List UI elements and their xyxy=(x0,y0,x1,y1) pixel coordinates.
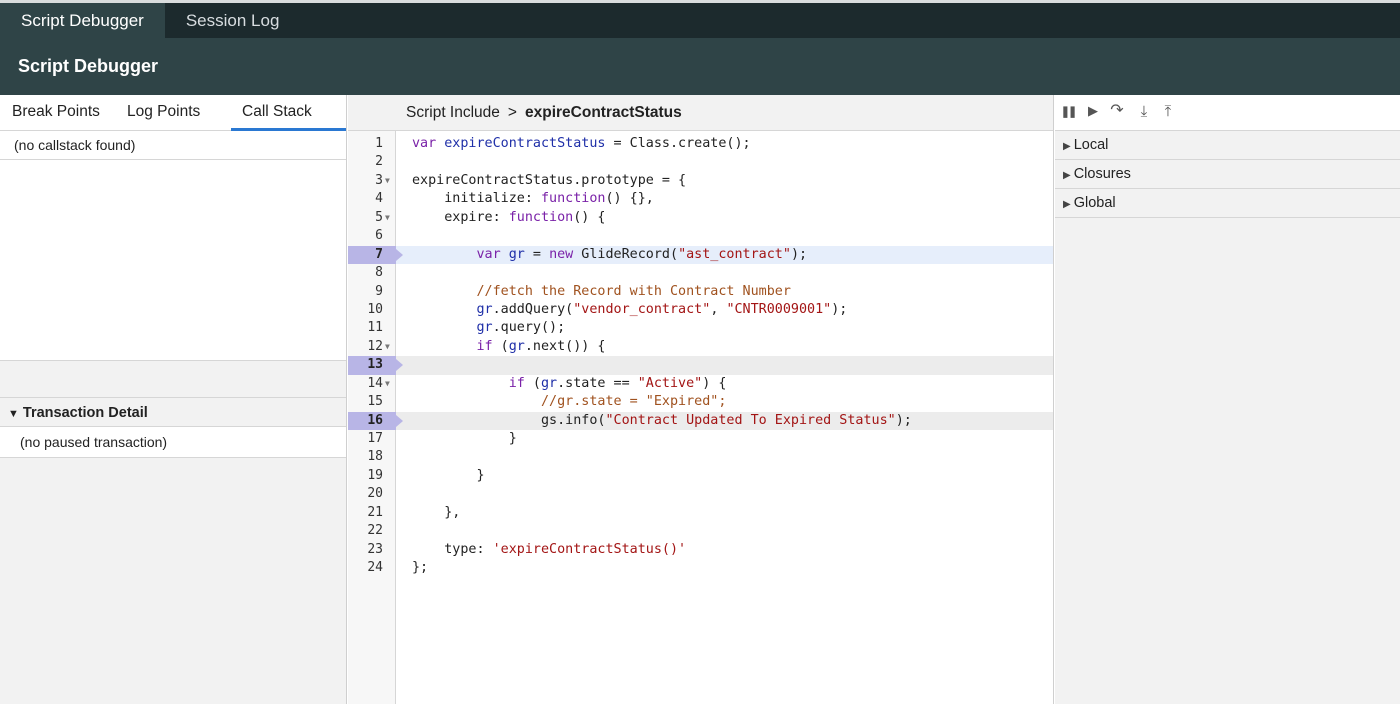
code-line: 12 ▼ if (gr.next()) { xyxy=(348,338,1053,356)
breadcrumb-separator: > xyxy=(507,104,517,121)
step-out-icon[interactable]: ⤒ xyxy=(1159,103,1177,123)
breakpoint-arrow-icon xyxy=(396,359,403,372)
transaction-detail-title: Transaction Detail xyxy=(22,405,148,421)
code-line: 8 xyxy=(348,264,1053,282)
code-line: 2 xyxy=(348,153,1053,171)
page-title: Script Debugger xyxy=(0,38,1400,95)
code-line: 17 } xyxy=(348,430,1053,448)
line-number[interactable]: 4 xyxy=(348,190,396,208)
code-line: 21 }, xyxy=(348,504,1053,522)
fold-arrow-icon[interactable]: ▼ xyxy=(385,338,390,356)
resume-icon[interactable]: ▶ xyxy=(1084,103,1102,123)
line-number[interactable]: 20 xyxy=(348,485,396,503)
code-line: 20 xyxy=(348,485,1053,503)
tab-break-points[interactable]: Break Points xyxy=(12,95,100,131)
line-number[interactable]: 6 xyxy=(348,227,396,245)
code-line-breakpoint: 7 var gr = new GlideRecord("ast_contract… xyxy=(348,245,1053,265)
line-number[interactable]: 9 xyxy=(348,283,396,301)
code-line: 11 gr.query(); xyxy=(348,319,1053,337)
scope-label: Local xyxy=(1073,137,1109,153)
code-line: 1 var expireContractStatus = Class.create… xyxy=(348,135,1053,153)
scope-global[interactable]: ▶ Global xyxy=(1055,189,1400,218)
line-number[interactable]: 19 xyxy=(348,467,396,485)
breadcrumb-current: expireContractStatus xyxy=(524,104,682,121)
line-number[interactable]: 8 xyxy=(348,264,396,282)
tab-call-stack[interactable]: Call Stack xyxy=(231,95,346,131)
code-lines: 1 var expireContractStatus = Class.create… xyxy=(348,135,1053,578)
code-line: 14 ▼ if (gr.state == "Active") { xyxy=(348,375,1053,393)
transaction-detail-header[interactable]: ▼ Transaction Detail xyxy=(0,397,346,427)
code-line: 22 xyxy=(348,522,1053,540)
breakpoint-marker[interactable]: 7 xyxy=(348,245,396,265)
code-line: 24}; xyxy=(348,559,1053,577)
scope-panel: ❚❚ ▶ ↷ ⤓ ⤒ ▶ Local ▶ Closures ▶ Global xyxy=(1055,95,1400,704)
code-line-breakpoint: 16 gs.info("Contract Updated To Expired … xyxy=(348,411,1053,430)
line-number[interactable]: 2 xyxy=(348,153,396,171)
breakpoint-marker[interactable]: 16 xyxy=(348,411,396,430)
left-tabs: Break Points Log Points Call Stack xyxy=(0,95,346,131)
code-line: 9 //fetch the Record with Contract Numbe… xyxy=(348,283,1053,301)
line-number[interactable]: 17 xyxy=(348,430,396,448)
transaction-empty-message: (no paused transaction) xyxy=(0,427,346,458)
line-number[interactable]: 21 xyxy=(348,504,396,522)
code-line: 15 //gr.state = "Expired"; xyxy=(348,393,1053,411)
breakpoint-arrow-icon xyxy=(396,248,403,261)
code-line-breakpoint: 13 xyxy=(348,356,1053,375)
code-line: 3 ▼ expireContractStatus.prototype = { xyxy=(348,172,1053,190)
code-line: 10 gr.addQuery("vendor_contract", "CNTR0… xyxy=(348,301,1053,319)
line-number[interactable]: 1 xyxy=(348,135,396,153)
breakpoint-marker[interactable]: 13 xyxy=(348,356,396,375)
step-over-icon[interactable]: ↷ xyxy=(1108,100,1126,120)
step-into-icon[interactable]: ⤓ xyxy=(1135,103,1153,123)
callstack-empty-message: (no callstack found) xyxy=(0,131,346,160)
tab-script-debugger[interactable]: Script Debugger xyxy=(0,3,165,38)
tab-log-points[interactable]: Log Points xyxy=(127,95,200,131)
scope-label: Closures xyxy=(1073,166,1131,182)
top-tab-bar: Script Debugger Session Log xyxy=(0,0,1400,38)
left-panel: Break Points Log Points Call Stack (no c… xyxy=(0,95,347,704)
call-stack-list: (no callstack found) xyxy=(0,131,346,361)
line-number[interactable]: 18 xyxy=(348,448,396,466)
code-editor[interactable]: 1 var expireContractStatus = Class.create… xyxy=(348,131,1053,704)
fold-arrow-icon[interactable]: ▼ xyxy=(385,375,390,393)
line-number[interactable]: 23 xyxy=(348,541,396,559)
expand-triangle-icon: ▶ xyxy=(1063,170,1071,181)
line-number[interactable]: 24 xyxy=(348,559,396,577)
scope-label: Global xyxy=(1073,195,1116,211)
code-line: 18 xyxy=(348,448,1053,466)
code-line: 19 } xyxy=(348,467,1053,485)
breadcrumb-parent: Script Include xyxy=(406,104,500,121)
code-line: 5 ▼ expire: function() { xyxy=(348,209,1053,227)
fold-arrow-icon[interactable]: ▼ xyxy=(385,172,390,190)
scope-closures[interactable]: ▶ Closures xyxy=(1055,160,1400,189)
line-number[interactable]: 10 xyxy=(348,301,396,319)
expand-triangle-icon: ▶ xyxy=(1063,199,1071,210)
code-line: 4 initialize: function() {}, xyxy=(348,190,1053,208)
scope-local[interactable]: ▶ Local xyxy=(1055,131,1400,160)
line-number[interactable]: 22 xyxy=(348,522,396,540)
breadcrumb: Script Include > expireContractStatus xyxy=(348,95,1053,131)
code-panel: Script Include > expireContractStatus 1 var… xyxy=(348,95,1054,704)
breakpoint-arrow-icon xyxy=(396,414,403,427)
expand-triangle-icon: ▶ xyxy=(1063,141,1071,152)
collapse-triangle-icon: ▼ xyxy=(8,408,19,420)
code-line: 23 type: 'expireContractStatus()' xyxy=(348,541,1053,559)
code-line: 6 xyxy=(348,227,1053,245)
fold-arrow-icon[interactable]: ▼ xyxy=(385,209,390,227)
debug-controls: ❚❚ ▶ ↷ ⤓ ⤒ xyxy=(1055,95,1400,131)
line-number[interactable]: 11 xyxy=(348,319,396,337)
line-number[interactable]: 15 xyxy=(348,393,396,411)
pause-icon[interactable]: ❚❚ xyxy=(1059,105,1077,125)
tab-session-log[interactable]: Session Log xyxy=(165,3,301,38)
